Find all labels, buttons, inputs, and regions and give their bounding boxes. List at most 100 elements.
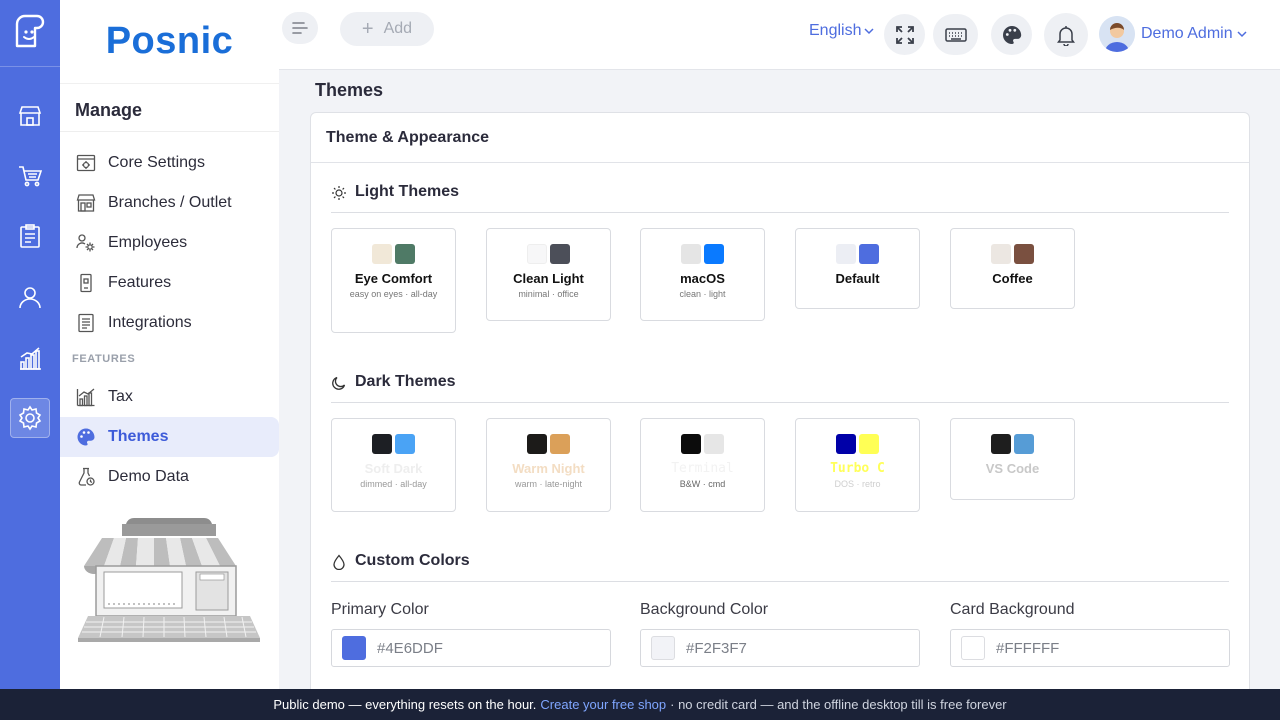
plus-icon: + <box>361 18 374 40</box>
page-title: Themes <box>315 80 384 100</box>
sun-icon <box>332 186 346 200</box>
sidebar-item-tax[interactable]: Tax <box>60 377 279 417</box>
light-themes-header: Light Themes <box>331 183 1229 213</box>
demo-data-icon <box>75 466 97 488</box>
fullscreen-button[interactable] <box>884 14 925 55</box>
theme-swatches <box>487 244 610 264</box>
rail-reports-button[interactable] <box>10 338 50 378</box>
swatch <box>395 244 415 264</box>
keyboard-icon <box>944 27 967 42</box>
card-background-input[interactable]: #FFFFFF <box>950 629 1230 667</box>
notifications-button[interactable] <box>1044 13 1088 57</box>
sidebar-item-employees[interactable]: Employees <box>60 223 279 263</box>
theme-name: Coffee <box>992 271 1033 286</box>
rail-user-button[interactable] <box>10 277 50 317</box>
app-logo-icon[interactable] <box>9 12 49 52</box>
color-chip[interactable] <box>651 636 675 660</box>
language-selector[interactable]: English <box>809 22 875 40</box>
rail-settings-button[interactable] <box>10 398 50 438</box>
store-icon <box>18 106 42 126</box>
demo-banner: Public demo — everything resets on the h… <box>0 689 1280 720</box>
theme-option-coffee[interactable]: Coffee <box>950 228 1075 309</box>
rail-clipboard-button[interactable] <box>10 216 50 256</box>
language-label: English <box>809 22 862 39</box>
device-icon <box>75 272 97 294</box>
tax-chart-icon <box>75 386 97 408</box>
bell-icon <box>1057 26 1075 46</box>
swatch <box>859 434 879 454</box>
swatch <box>372 434 392 454</box>
card-background-value: #FFFFFF <box>996 639 1060 657</box>
sidebar-item-demo-data[interactable]: Demo Data <box>60 457 279 497</box>
cart-icon <box>19 166 43 187</box>
gear-icon <box>18 405 42 431</box>
sidebar-item-integrations[interactable]: Integrations <box>60 303 279 343</box>
employees-gear-icon <box>75 232 97 254</box>
menu-lines-icon <box>292 22 308 34</box>
create-shop-link[interactable]: Create your free shop <box>540 697 666 712</box>
document-list-icon <box>75 312 97 334</box>
sidebar-item-label: Employees <box>108 234 188 251</box>
icon-rail <box>0 0 60 689</box>
background-color-label: Background Color <box>640 601 769 618</box>
sidebar-divider <box>60 131 279 132</box>
rail-cart-button[interactable] <box>10 156 50 196</box>
sidebar-section-label: FEATURES <box>72 353 136 365</box>
theme-desc: easy on eyes · all-day <box>349 289 438 299</box>
card-title: Theme & Appearance <box>311 113 1249 163</box>
keyboard-shortcuts-button[interactable] <box>933 14 978 55</box>
sidebar-item-themes[interactable]: Themes <box>60 417 279 457</box>
add-button[interactable]: + Add <box>340 12 434 46</box>
theme-option-macos[interactable]: macOS clean · light <box>640 228 765 321</box>
sidebar-item-core-settings[interactable]: Core Settings <box>60 143 279 183</box>
sidebar-item-label: Features <box>108 274 172 291</box>
swatch <box>550 434 570 454</box>
primary-color-value: #4E6DDF <box>377 639 443 657</box>
primary-color-input[interactable]: #4E6DDF <box>331 629 611 667</box>
chevron-down-icon <box>1237 31 1247 38</box>
swatch <box>681 434 701 454</box>
card-background-label: Card Background <box>950 601 1075 618</box>
theme-option-soft-dark[interactable]: Soft Dark dimmed · all-day <box>331 418 456 512</box>
theme-swatches <box>951 244 1074 264</box>
theme-option-default[interactable]: Default <box>795 228 920 309</box>
palette-icon <box>75 426 97 448</box>
theme-desc: DOS · retro <box>834 479 881 489</box>
theme-option-clean-light[interactable]: Clean Light minimal · office <box>486 228 611 321</box>
sidebar-toggle-button[interactable] <box>282 12 318 44</box>
sidebar-item-branches[interactable]: Branches / Outlet <box>60 183 279 223</box>
theme-swatches <box>641 244 764 264</box>
add-button-label: Add <box>383 20 413 37</box>
theme-swatches <box>332 434 455 454</box>
settings-window-icon <box>75 152 97 174</box>
custom-colors-header: Custom Colors <box>331 552 1229 582</box>
droplet-icon <box>333 554 345 570</box>
theme-option-terminal[interactable]: Terminal B&W · cmd <box>640 418 765 512</box>
sidebar-item-label: Demo Data <box>108 468 189 485</box>
color-chip[interactable] <box>961 636 985 660</box>
chart-icon <box>20 347 41 370</box>
sidebar-item-features[interactable]: Features <box>60 263 279 303</box>
sidebar-title: Manage <box>75 100 143 120</box>
theme-swatches <box>951 434 1074 454</box>
theme-option-turbo-c[interactable]: Turbo C DOS · retro <box>795 418 920 512</box>
swatch <box>681 244 701 264</box>
rail-store-button[interactable] <box>10 96 50 136</box>
topbar: + Add English Demo Admin <box>279 0 1280 70</box>
color-chip[interactable] <box>342 636 366 660</box>
swatch <box>704 244 724 264</box>
custom-colors-title: Custom Colors <box>355 552 470 569</box>
shop-illustration <box>78 518 260 642</box>
swatch <box>527 434 547 454</box>
theme-option-vs-code[interactable]: VS Code <box>950 418 1075 500</box>
swatch <box>1014 244 1034 264</box>
background-color-input[interactable]: #F2F3F7 <box>640 629 920 667</box>
theme-option-warm-night[interactable]: Warm Night warm · late-night <box>486 418 611 512</box>
user-menu[interactable]: Demo Admin <box>1099 16 1248 52</box>
brand-logo[interactable]: Posnic <box>60 0 279 84</box>
swatch <box>836 434 856 454</box>
theme-name: macOS <box>680 271 725 286</box>
theme-button[interactable] <box>991 14 1032 55</box>
theme-option-eye-comfort[interactable]: Eye Comfort easy on eyes · all-day <box>331 228 456 333</box>
theme-name: Clean Light <box>513 271 584 286</box>
